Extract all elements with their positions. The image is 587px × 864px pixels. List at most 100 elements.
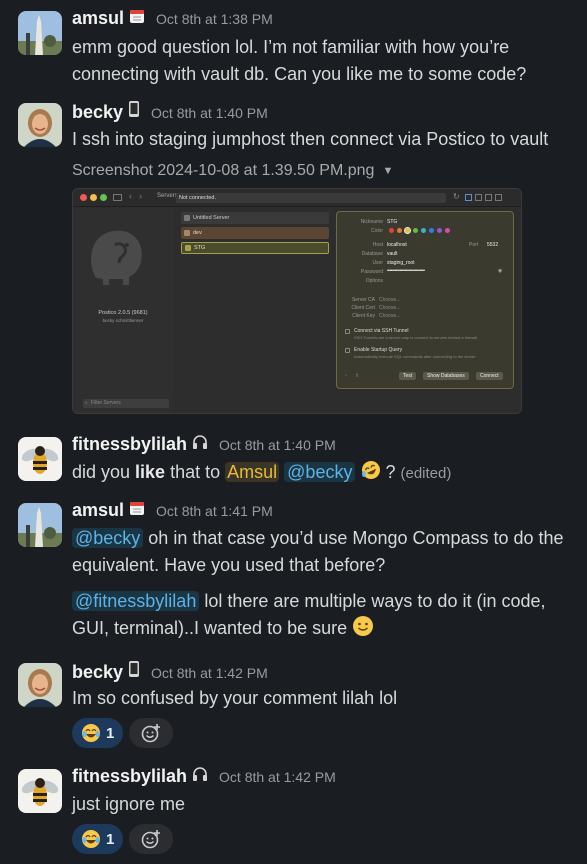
author-name[interactable]: becky bbox=[72, 662, 123, 683]
trash-icon[interactable]: ▫ bbox=[345, 373, 347, 379]
eye-icon[interactable]: ◉ bbox=[498, 268, 502, 274]
mention-amsul[interactable]: Amsul bbox=[225, 462, 280, 482]
reaction-joy[interactable]: 1 bbox=[72, 824, 124, 854]
timestamp[interactable]: Oct 8th at 1:42 PM bbox=[219, 769, 336, 785]
mention-fitnessbylilah[interactable]: @fitnessbylilah bbox=[72, 591, 200, 611]
user-value[interactable]: staging_root bbox=[387, 260, 415, 266]
nickname-label: Nickname bbox=[360, 219, 383, 225]
reactions: 1 bbox=[72, 824, 577, 854]
startup-query-checkbox[interactable] bbox=[345, 348, 350, 353]
host-label: Host bbox=[372, 242, 383, 248]
color-swatch[interactable] bbox=[445, 228, 450, 233]
show-databases-button[interactable]: Show Databases bbox=[423, 372, 469, 380]
author-name[interactable]: amsul bbox=[72, 500, 124, 521]
message-text: I ssh into staging jumphost then connect… bbox=[72, 129, 549, 149]
server-ca-choose[interactable]: Choose... bbox=[379, 297, 400, 303]
ssh-label[interactable]: Connect via SSH Tunnel bbox=[354, 328, 408, 334]
color-palette[interactable] bbox=[389, 227, 450, 234]
host-value[interactable]: localhost bbox=[387, 242, 407, 248]
server-item-stg[interactable]: STG bbox=[181, 242, 329, 254]
avatar[interactable] bbox=[18, 11, 62, 55]
reactions: 1 bbox=[72, 718, 577, 748]
password-value[interactable]: •••••••••••••••••••••••••••••• bbox=[387, 268, 425, 274]
startup-query-label[interactable]: Enable Startup Query bbox=[354, 347, 402, 353]
screenshot-image[interactable]: ‹ › Servers Not connected. ↻ Postico 2.0… bbox=[72, 188, 522, 414]
client-cert-choose[interactable]: Choose... bbox=[379, 305, 400, 311]
reaction-count: 1 bbox=[106, 830, 115, 848]
sidebar-toggle-icon bbox=[113, 194, 122, 201]
minimize-window-icon bbox=[90, 194, 97, 201]
connect-button[interactable]: Connect bbox=[476, 372, 503, 380]
reaction-count: 1 bbox=[106, 724, 115, 742]
joy-emoji bbox=[81, 829, 101, 849]
add-reaction-button[interactable] bbox=[129, 824, 174, 854]
timestamp[interactable]: Oct 8th at 1:41 PM bbox=[156, 503, 273, 519]
rofl-emoji bbox=[360, 459, 381, 479]
mention-becky[interactable]: @becky bbox=[72, 528, 144, 548]
mention-becky[interactable]: @becky bbox=[284, 462, 356, 482]
avatar[interactable] bbox=[18, 503, 62, 547]
color-swatch[interactable] bbox=[429, 228, 434, 233]
joy-emoji bbox=[81, 723, 101, 743]
headphones-icon bbox=[192, 766, 208, 786]
server-ca-label: Server CA bbox=[351, 297, 375, 303]
filter-servers-input[interactable]: ⌕ Filter Servers bbox=[83, 399, 169, 408]
server-item-dev[interactable]: dev bbox=[181, 227, 329, 239]
database-value[interactable]: vault bbox=[387, 251, 398, 257]
client-cert-label: Client Cert bbox=[351, 305, 375, 311]
avatar[interactable] bbox=[18, 437, 62, 481]
license-text: becky schmittlienner bbox=[102, 318, 144, 323]
timestamp[interactable]: Oct 8th at 1:42 PM bbox=[151, 665, 268, 681]
avatar[interactable] bbox=[18, 663, 62, 707]
avatar[interactable] bbox=[18, 103, 62, 147]
server-list: Untitled Server dev STG bbox=[181, 212, 329, 254]
author-name[interactable]: fitnessbylilah bbox=[72, 434, 187, 455]
port-label: Port bbox=[469, 242, 479, 248]
client-key-choose[interactable]: Choose... bbox=[379, 313, 400, 319]
reaction-joy[interactable]: 1 bbox=[72, 718, 124, 748]
user-label: User bbox=[372, 260, 383, 266]
timestamp[interactable]: Oct 8th at 1:40 PM bbox=[219, 437, 336, 453]
chevron-down-icon[interactable]: ▼ bbox=[382, 165, 393, 177]
color-swatch[interactable] bbox=[437, 228, 442, 233]
color-label: Color bbox=[371, 228, 383, 234]
edited-label: (edited) bbox=[400, 465, 452, 482]
calendar-icon bbox=[129, 500, 145, 520]
color-swatch[interactable] bbox=[389, 228, 394, 233]
avatar[interactable] bbox=[18, 769, 62, 813]
slightly-smiling-emoji bbox=[352, 615, 374, 636]
refresh-icon: ↻ bbox=[453, 192, 460, 201]
ssh-description: SSH Tunnels are a secure way to connect … bbox=[354, 335, 478, 340]
color-swatch[interactable] bbox=[421, 228, 426, 233]
color-swatch[interactable] bbox=[397, 228, 402, 233]
timestamp[interactable]: Oct 8th at 1:38 PM bbox=[156, 11, 273, 27]
author-name[interactable]: amsul bbox=[72, 8, 124, 29]
message-text: just ignore me bbox=[72, 794, 186, 814]
share-icon[interactable]: ⇪ bbox=[355, 373, 359, 379]
author-name[interactable]: becky bbox=[72, 102, 123, 123]
attachment-filename[interactable]: Screenshot 2024-10-08 at 1.39.50 PM.png … bbox=[72, 159, 577, 183]
port-value[interactable]: 5532 bbox=[487, 242, 498, 248]
test-button[interactable]: Test bbox=[399, 372, 417, 380]
app-version: Postico 2.0.5 (9681) bbox=[98, 310, 148, 316]
add-reaction-button[interactable] bbox=[129, 718, 174, 748]
back-icon: ‹ bbox=[129, 191, 132, 201]
nickname-value[interactable]: STG bbox=[387, 219, 397, 225]
status-text: Not connected. bbox=[179, 195, 216, 201]
color-swatch[interactable] bbox=[404, 227, 411, 234]
color-swatch[interactable] bbox=[413, 228, 418, 233]
sidebar-tab-servers: Servers bbox=[157, 193, 178, 199]
author-name[interactable]: fitnessbylilah bbox=[72, 766, 187, 787]
message-text: did you like that to Amsul @becky ? (edi… bbox=[72, 459, 577, 487]
message-text: emm good question lol. I’m not familiar … bbox=[72, 37, 527, 84]
phone-icon bbox=[128, 660, 140, 682]
database-label: Database bbox=[361, 251, 383, 257]
ssh-checkbox[interactable] bbox=[345, 329, 350, 334]
add-reaction-icon bbox=[142, 829, 162, 849]
timestamp[interactable]: Oct 8th at 1:40 PM bbox=[151, 105, 268, 121]
calendar-icon bbox=[129, 8, 145, 28]
connection-popover: Nickname STG Color Host localhost Port 5… bbox=[336, 211, 514, 389]
maximize-window-icon bbox=[100, 194, 107, 201]
server-item-untitled[interactable]: Untitled Server bbox=[181, 212, 329, 224]
close-window-icon bbox=[80, 194, 87, 201]
